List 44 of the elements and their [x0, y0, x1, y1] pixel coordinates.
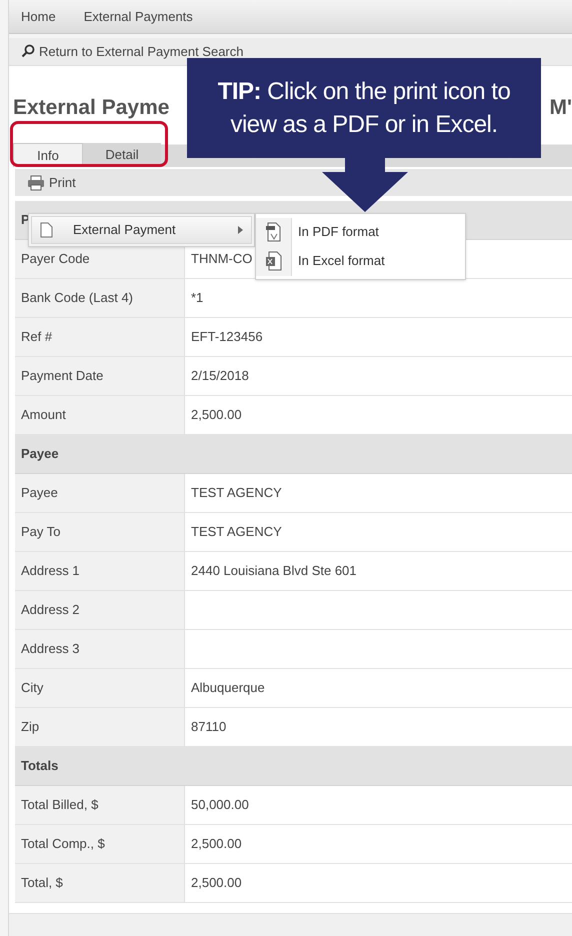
field-label: Ref #	[15, 318, 185, 356]
search-icon	[21, 44, 35, 58]
field-value: TEST AGENCY	[191, 523, 282, 542]
document-icon	[40, 222, 53, 238]
field-label: Payee	[15, 474, 185, 512]
field-label: Payment Date	[15, 357, 185, 395]
field-value: Albuquerque	[191, 679, 265, 698]
field-label: Bank Code (Last 4)	[15, 279, 185, 317]
section-header: Payee	[15, 435, 572, 474]
nav-link[interactable]: Home	[21, 6, 56, 26]
field-label: Address 2	[15, 591, 185, 629]
field-value: 2,500.00	[191, 835, 242, 854]
nav-link[interactable]: External Payments	[84, 6, 193, 26]
submenu-item[interactable]: In Excel format	[256, 246, 465, 276]
field-label: Address 3	[15, 630, 185, 668]
page-title: External Payme	[13, 95, 170, 122]
field-label: Amount	[15, 396, 185, 434]
section-header: Totals	[15, 747, 572, 786]
field-label: Total Billed, $	[15, 786, 185, 824]
submenu-arrow-icon	[238, 226, 243, 234]
field-value: 2/15/2018	[191, 367, 249, 386]
field-value: *1	[191, 289, 204, 308]
return-link[interactable]: Return to External Payment Search	[39, 42, 244, 62]
print-button[interactable]: Print	[49, 172, 76, 192]
spreadsheet-file-icon	[264, 251, 282, 271]
field-label: Total, $	[15, 864, 185, 902]
page-title-fragment: M'	[550, 95, 572, 122]
menu-item[interactable]: External Payment	[31, 216, 252, 244]
field-value: 2,500.00	[191, 874, 242, 892]
field-value: 2440 Louisiana Blvd Ste 601	[191, 562, 357, 580]
field-label: Address 1	[15, 552, 185, 590]
printer-icon	[27, 174, 45, 190]
pdf-file-icon	[264, 222, 282, 242]
field-label: City	[15, 669, 185, 707]
field-label: Total Comp., $	[15, 825, 185, 863]
tip-text: TIP: Click on the print icon to view as a PDF or in Excel.	[216, 77, 512, 140]
field-label: Zip	[15, 708, 185, 746]
field-value: THNM-CO	[191, 250, 252, 268]
field-value: 87110	[191, 718, 226, 736]
field-value: 2,500.00	[191, 406, 242, 424]
field-value: EFT-123456	[191, 328, 263, 346]
field-value: 50,000.00	[191, 796, 249, 814]
field-value: TEST AGENCY	[191, 484, 282, 502]
field-label: Pay To	[15, 513, 185, 551]
